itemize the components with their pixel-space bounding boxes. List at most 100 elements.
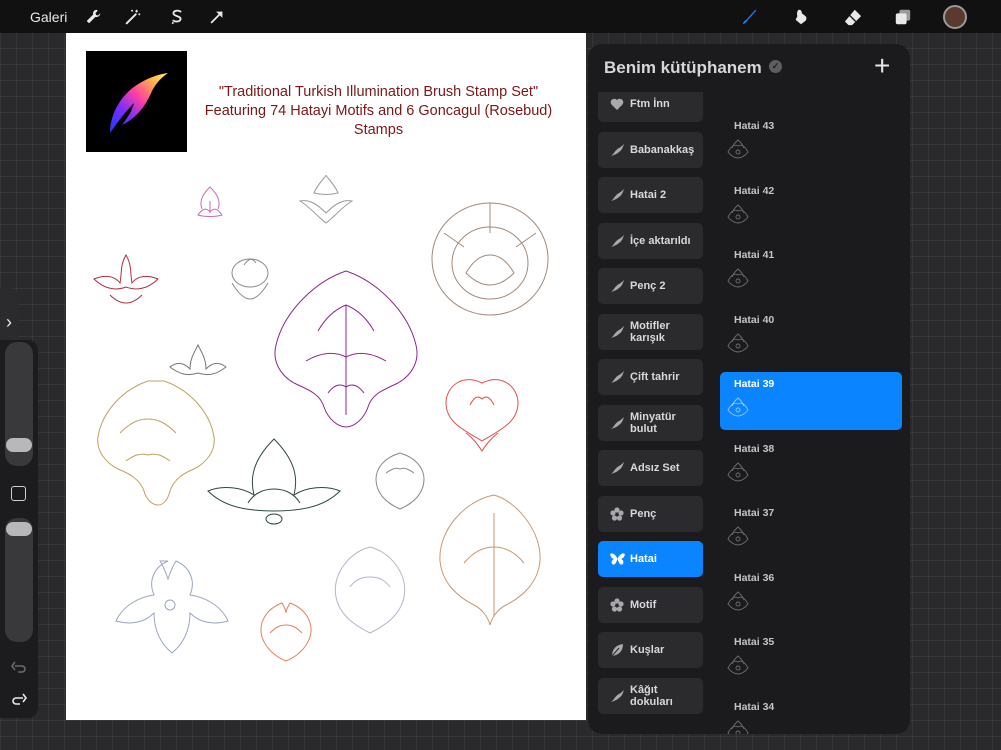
brush-item[interactable]: Hatai 38 xyxy=(720,437,902,495)
brush-item[interactable]: Hatai 39 xyxy=(720,372,902,430)
smudge-icon[interactable] xyxy=(790,6,812,28)
brush-stroke-icon xyxy=(609,415,625,431)
brush-item[interactable]: Hatai 41 xyxy=(720,243,902,301)
brush-stroke-icon xyxy=(609,324,625,340)
brush-set-label: Minyatür bulut xyxy=(630,410,676,435)
layers-icon[interactable] xyxy=(892,6,914,28)
motif-tan-large xyxy=(439,494,541,626)
motif-gray-lotus xyxy=(169,343,227,376)
motif-gray-bud xyxy=(231,258,269,300)
brush-set-label: Penç xyxy=(630,507,657,520)
brush-item[interactable]: Hatai 36 xyxy=(720,566,902,624)
brush-set-item[interactable]: Motif xyxy=(598,586,703,623)
undo-icon[interactable] xyxy=(8,656,30,678)
flower-icon xyxy=(609,597,625,613)
motif-purple-large xyxy=(274,270,418,428)
brush-item[interactable]: Hatai 43 xyxy=(720,114,902,172)
brush-preview xyxy=(727,590,749,610)
brush-set-item[interactable]: Penç 2 xyxy=(598,268,703,304)
brush-set-item[interactable]: Hatai 2 xyxy=(598,177,703,213)
brush-set-item[interactable]: Çift tahrir xyxy=(598,359,703,395)
modify-button[interactable] xyxy=(11,486,26,501)
brush-size-slider[interactable] xyxy=(5,342,33,466)
brush-preview xyxy=(727,655,749,675)
left-sidebar xyxy=(0,340,38,718)
brush-item[interactable]: Hatai 40 xyxy=(720,308,902,366)
leaf-icon xyxy=(609,642,625,658)
brush-set-item[interactable]: Penç xyxy=(598,495,703,532)
brush-set-label: Çift tahrir xyxy=(630,371,680,383)
brush-set-label: Babanakkaş xyxy=(630,143,695,156)
motif-pink-small xyxy=(197,186,223,217)
brush-preview xyxy=(727,461,749,481)
brush-set-label: Adsız Set xyxy=(630,462,680,474)
brush-icon[interactable] xyxy=(738,6,760,28)
motif-gold-left xyxy=(97,380,215,506)
wrench-icon[interactable] xyxy=(82,6,104,28)
brush-set-label: Kâğıt dokuları xyxy=(630,683,673,708)
drawing-canvas[interactable]: "Traditional Turkish Illumination Brush … xyxy=(66,33,586,720)
brush-library-panel: Benim kütüphanem ✓ + Ftm İnn Babanakkaş Ha… xyxy=(588,44,910,734)
transform-arrow-icon[interactable] xyxy=(206,6,228,28)
brush-set-item[interactable]: Kâğıt dokuları xyxy=(598,677,703,714)
brush-set-label: Motif xyxy=(630,598,657,611)
opacity-slider[interactable] xyxy=(5,518,33,642)
brush-set-item[interactable]: İçe aktarıldı xyxy=(598,222,703,259)
brush-preview xyxy=(727,203,749,223)
brush-stroke-icon xyxy=(609,233,625,249)
eraser-icon[interactable] xyxy=(842,6,864,28)
selection-icon[interactable] xyxy=(166,6,188,28)
motif-illustrations xyxy=(93,174,549,662)
brush-stroke-icon xyxy=(609,688,625,704)
motif-rose-large xyxy=(431,202,549,316)
brush-preview xyxy=(727,332,749,352)
brush-stroke-icon xyxy=(609,278,625,294)
brush-set-label: Hatai xyxy=(630,553,657,565)
brush-item[interactable]: Hatai 42 xyxy=(720,179,902,237)
brush-preview xyxy=(727,139,749,159)
redo-icon[interactable] xyxy=(8,688,30,710)
heart-icon xyxy=(609,96,625,112)
brush-stroke-icon xyxy=(609,369,625,385)
brushes-list: Hatai 43 Hatai 42 Hatai 41 Hatai 40 Hata… xyxy=(720,92,902,734)
brush-set-item[interactable]: Motifler karışık xyxy=(598,313,703,350)
brush-item[interactable]: Hatai 37 xyxy=(720,501,902,559)
brush-item[interactable]: Hatai 34 xyxy=(720,695,902,734)
butterfly-icon xyxy=(609,551,625,567)
magic-wand-icon[interactable] xyxy=(122,6,144,28)
brush-set-label: Motifler karışık xyxy=(630,319,670,344)
library-title: Benim kütüphanem xyxy=(604,58,762,77)
flower-icon xyxy=(609,506,625,522)
brush-set-label: İçe aktarıldı xyxy=(630,234,691,247)
brush-set-label: Kuşlar xyxy=(630,644,665,656)
checkmark-icon: ✓ xyxy=(769,60,782,73)
motif-red-left xyxy=(93,254,159,304)
motif-gray-rose xyxy=(375,452,425,510)
brush-size-knob[interactable] xyxy=(6,438,32,452)
motif-blue-flower xyxy=(115,560,229,654)
brush-set-item[interactable]: Hatai xyxy=(598,541,703,577)
brush-set-item[interactable]: Adsız Set xyxy=(598,450,703,486)
opacity-knob[interactable] xyxy=(6,522,32,536)
brush-sets-list: Ftm İnn Babanakkaş Hatai 2 İçe aktarıldı Pen… xyxy=(588,92,716,734)
brush-item[interactable]: Hatai 35 xyxy=(720,630,902,688)
gallery-button[interactable]: Galeri xyxy=(30,9,67,25)
brush-preview xyxy=(727,268,749,288)
motif-red-heart xyxy=(445,379,519,452)
brush-set-item[interactable]: Minyatür bulut xyxy=(598,404,703,441)
brush-set-item[interactable]: Babanakkaş xyxy=(598,131,703,168)
brush-set-label: Penç 2 xyxy=(630,280,666,292)
brush-stroke-icon xyxy=(609,187,625,203)
motif-pale-motif xyxy=(334,546,406,634)
brush-preview xyxy=(727,526,749,546)
add-brush-set-button[interactable]: + xyxy=(874,50,890,82)
top-toolbar: Galeri xyxy=(0,0,1001,33)
motif-gray-top xyxy=(298,174,354,224)
color-picker-button[interactable] xyxy=(943,5,967,29)
motif-salmon-rose xyxy=(260,602,312,662)
motif-green-lotus xyxy=(207,438,341,525)
brush-set-item[interactable]: Ftm İnn xyxy=(598,92,703,122)
brush-set-item[interactable]: Kuşlar xyxy=(598,632,703,668)
chevron-right-icon: › xyxy=(6,311,12,332)
brush-preview xyxy=(727,719,749,734)
